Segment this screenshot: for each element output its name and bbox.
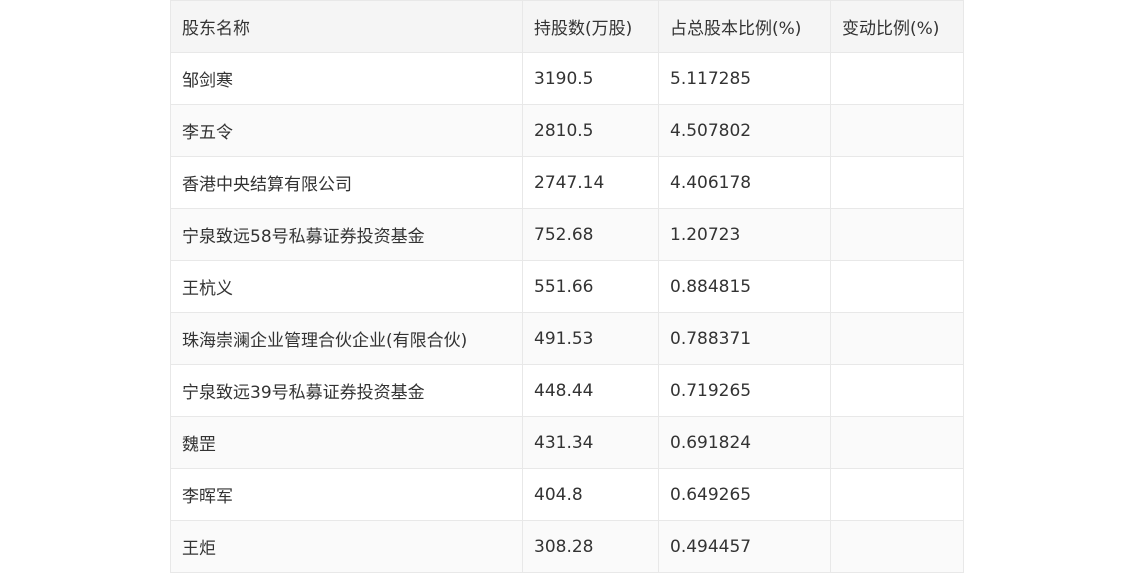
cell-change-ratio bbox=[830, 468, 964, 521]
cell-shares-held: 431.34 bbox=[522, 416, 659, 469]
cell-change-ratio bbox=[830, 104, 964, 157]
cell-change-ratio bbox=[830, 156, 964, 209]
header-change-ratio: 变动比例(%) bbox=[830, 0, 964, 53]
cell-share-ratio: 5.117285 bbox=[658, 52, 831, 105]
table-row: 宁泉致远58号私募证券投资基金 752.68 1.20723 bbox=[170, 208, 964, 261]
cell-share-ratio: 0.494457 bbox=[658, 520, 831, 573]
table-row: 珠海崇澜企业管理合伙企业(有限合伙) 491.53 0.788371 bbox=[170, 312, 964, 365]
cell-share-ratio: 0.884815 bbox=[658, 260, 831, 313]
cell-shareholder-name: 李晖军 bbox=[170, 468, 523, 521]
table-row: 魏罡 431.34 0.691824 bbox=[170, 416, 964, 469]
cell-shares-held: 491.53 bbox=[522, 312, 659, 365]
cell-shares-held: 308.28 bbox=[522, 520, 659, 573]
cell-change-ratio bbox=[830, 364, 964, 417]
header-share-ratio: 占总股本比例(%) bbox=[658, 0, 831, 53]
cell-change-ratio bbox=[830, 52, 964, 105]
cell-shareholder-name: 宁泉致远39号私募证券投资基金 bbox=[170, 364, 523, 417]
cell-share-ratio: 0.691824 bbox=[658, 416, 831, 469]
table-header-row: 股东名称 持股数(万股) 占总股本比例(%) 变动比例(%) bbox=[170, 0, 964, 53]
cell-share-ratio: 0.649265 bbox=[658, 468, 831, 521]
table-row: 李晖军 404.8 0.649265 bbox=[170, 468, 964, 521]
header-shares-held: 持股数(万股) bbox=[522, 0, 659, 53]
shareholder-table-container: 股东名称 持股数(万股) 占总股本比例(%) 变动比例(%) 邹剑寒 3190.… bbox=[170, 0, 964, 573]
cell-share-ratio: 4.507802 bbox=[658, 104, 831, 157]
cell-change-ratio bbox=[830, 416, 964, 469]
table-row: 王杭义 551.66 0.884815 bbox=[170, 260, 964, 313]
cell-shareholder-name: 邹剑寒 bbox=[170, 52, 523, 105]
cell-shares-held: 448.44 bbox=[522, 364, 659, 417]
cell-share-ratio: 4.406178 bbox=[658, 156, 831, 209]
cell-shares-held: 404.8 bbox=[522, 468, 659, 521]
cell-change-ratio bbox=[830, 520, 964, 573]
cell-change-ratio bbox=[830, 208, 964, 261]
table-row: 宁泉致远39号私募证券投资基金 448.44 0.719265 bbox=[170, 364, 964, 417]
cell-shares-held: 551.66 bbox=[522, 260, 659, 313]
cell-shares-held: 2810.5 bbox=[522, 104, 659, 157]
cell-change-ratio bbox=[830, 260, 964, 313]
cell-shares-held: 3190.5 bbox=[522, 52, 659, 105]
cell-shareholder-name: 李五令 bbox=[170, 104, 523, 157]
cell-shareholder-name: 王炬 bbox=[170, 520, 523, 573]
table-row: 香港中央结算有限公司 2747.14 4.406178 bbox=[170, 156, 964, 209]
cell-share-ratio: 1.20723 bbox=[658, 208, 831, 261]
table-row: 王炬 308.28 0.494457 bbox=[170, 520, 964, 573]
cell-shares-held: 752.68 bbox=[522, 208, 659, 261]
shareholder-table: 股东名称 持股数(万股) 占总股本比例(%) 变动比例(%) 邹剑寒 3190.… bbox=[170, 0, 964, 573]
cell-shareholder-name: 珠海崇澜企业管理合伙企业(有限合伙) bbox=[170, 312, 523, 365]
cell-shareholder-name: 香港中央结算有限公司 bbox=[170, 156, 523, 209]
cell-share-ratio: 0.719265 bbox=[658, 364, 831, 417]
table-row: 邹剑寒 3190.5 5.117285 bbox=[170, 52, 964, 105]
header-shareholder-name: 股东名称 bbox=[170, 0, 523, 53]
cell-shareholder-name: 宁泉致远58号私募证券投资基金 bbox=[170, 208, 523, 261]
cell-share-ratio: 0.788371 bbox=[658, 312, 831, 365]
table-row: 李五令 2810.5 4.507802 bbox=[170, 104, 964, 157]
cell-change-ratio bbox=[830, 312, 964, 365]
cell-shares-held: 2747.14 bbox=[522, 156, 659, 209]
cell-shareholder-name: 王杭义 bbox=[170, 260, 523, 313]
cell-shareholder-name: 魏罡 bbox=[170, 416, 523, 469]
